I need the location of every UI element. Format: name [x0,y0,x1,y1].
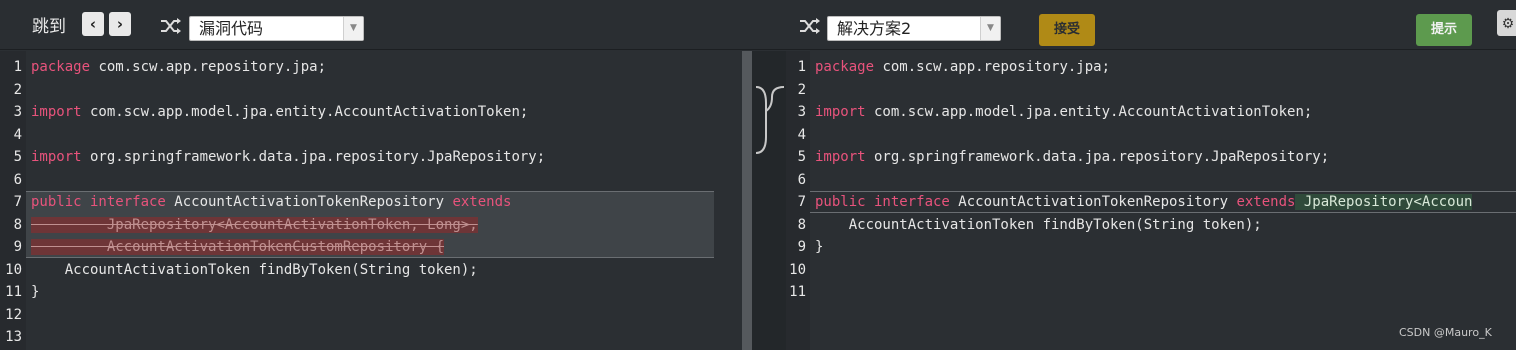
line-number: 5 [13,149,22,165]
deleted-code: JpaRepository<AccountActivationToken, Lo… [31,216,478,233]
code-line: package com.scw.app.repository.jpa; [815,56,1110,78]
line-number: 6 [13,171,22,188]
watermark: CSDN @Mauro_K [1399,326,1492,339]
line-number: 7 [13,194,22,210]
line-number: 6 [797,171,806,188]
gear-icon[interactable]: ⚙ [1497,10,1516,36]
line-number: 12 [5,306,22,323]
line-number: 2 [13,81,22,98]
right-code-pane[interactable]: 1 2 3 4 5 6 7 8 9 10 11 package com.scw.app.reposit… [786,51,1516,350]
right-version-value: 解决方案2 [837,19,912,38]
code-text: AccountActivationToken findByToken(Strin… [31,261,478,278]
code-line: import com.scw.app.model.jpa.entity.Acco… [815,101,1312,123]
line-number: 1 [797,59,806,75]
line-number: 10 [789,261,806,278]
code-text: AccountActivationToken findByToken(Strin… [815,216,1262,233]
keyword: public interface [31,194,166,210]
keyword: extends [452,194,512,210]
line-number: 8 [13,216,22,233]
line-number: 4 [797,126,806,143]
line-number: 8 [797,216,806,233]
line-number: 3 [13,104,22,120]
merge-bracket-icon [755,86,785,154]
code-line: } [31,281,39,303]
prev-diff-button[interactable]: ‹ [82,12,104,36]
line-number: 11 [789,284,806,300]
line-number: 10 [5,261,22,278]
code-text: com.scw.app.model.jpa.entity.AccountActi… [865,104,1313,120]
line-number: 11 [5,284,22,300]
diff-connector [752,51,786,350]
code-text: com.scw.app.repository.jpa; [874,59,1111,75]
code-text: org.springframework.data.jpa.repository.… [865,149,1330,165]
line-number: 5 [797,149,806,165]
diff-toolbar: 跳到 ‹ › 漏洞代码 ▼ 解决方案2 ▼ 接受 提示 ⚙ [0,0,1516,50]
line-number: 3 [797,104,806,120]
code-line: package com.scw.app.repository.jpa; [31,56,326,78]
code-line: public interface AccountActivationTokenR… [31,191,511,213]
next-diff-button[interactable]: › [109,12,131,36]
keyword: package [31,59,91,75]
code-line: AccountActivationTokenCustomRepository { [31,236,445,258]
jump-label: 跳到 [32,17,66,37]
keyword: import [31,149,82,165]
code-line: import com.scw.app.model.jpa.entity.Acco… [31,101,528,123]
keyword: package [815,59,875,75]
chevron-down-icon: ▼ [343,17,363,40]
added-code: JpaRepository<Accoun [1295,194,1473,210]
code-line: public interface AccountActivationTokenR… [815,191,1473,213]
code-text: } [31,284,40,300]
left-version-value: 漏洞代码 [199,19,264,38]
shuffle-icon[interactable] [160,17,182,35]
shuffle-icon[interactable] [799,17,821,35]
line-number: 9 [797,239,806,255]
left-scrollbar-thumb[interactable] [742,51,752,350]
code-text: com.scw.app.repository.jpa; [90,59,327,75]
code-text: AccountActivationTokenRepository [165,194,453,210]
left-version-select[interactable]: 漏洞代码 ▼ [189,16,364,41]
keyword: import [31,104,82,120]
code-line: JpaRepository<AccountActivationToken, Lo… [31,214,478,236]
keyword: public interface [815,194,950,210]
keyword: import [815,149,866,165]
line-number: 13 [5,329,22,345]
code-line: AccountActivationToken findByToken(Strin… [815,214,1262,236]
chevron-down-icon: ▼ [980,17,1000,40]
line-number: 4 [13,126,22,143]
code-text: com.scw.app.model.jpa.entity.AccountActi… [81,104,529,120]
left-code-pane[interactable]: 1 2 3 4 5 6 7 8 9 10 11 12 13 package com.scw.app.rep… [0,51,742,350]
keyword: extends [1236,194,1296,210]
line-number: 1 [13,59,22,75]
right-version-select[interactable]: 解决方案2 ▼ [827,16,1001,41]
code-line: } [815,236,823,258]
keyword: import [815,104,866,120]
line-number: 7 [797,194,806,210]
code-line: import org.springframework.data.jpa.repo… [815,146,1329,168]
line-number: 9 [13,239,22,255]
code-text: } [815,239,824,255]
accept-button[interactable]: 接受 [1039,14,1095,46]
code-text: AccountActivationTokenRepository [949,194,1237,210]
line-number: 2 [797,81,806,98]
hint-button[interactable]: 提示 [1416,14,1472,46]
code-line: import org.springframework.data.jpa.repo… [31,146,545,168]
code-text: org.springframework.data.jpa.repository.… [81,149,546,165]
deleted-code: AccountActivationTokenCustomRepository { [31,239,445,255]
code-line: AccountActivationToken findByToken(Strin… [31,259,478,281]
